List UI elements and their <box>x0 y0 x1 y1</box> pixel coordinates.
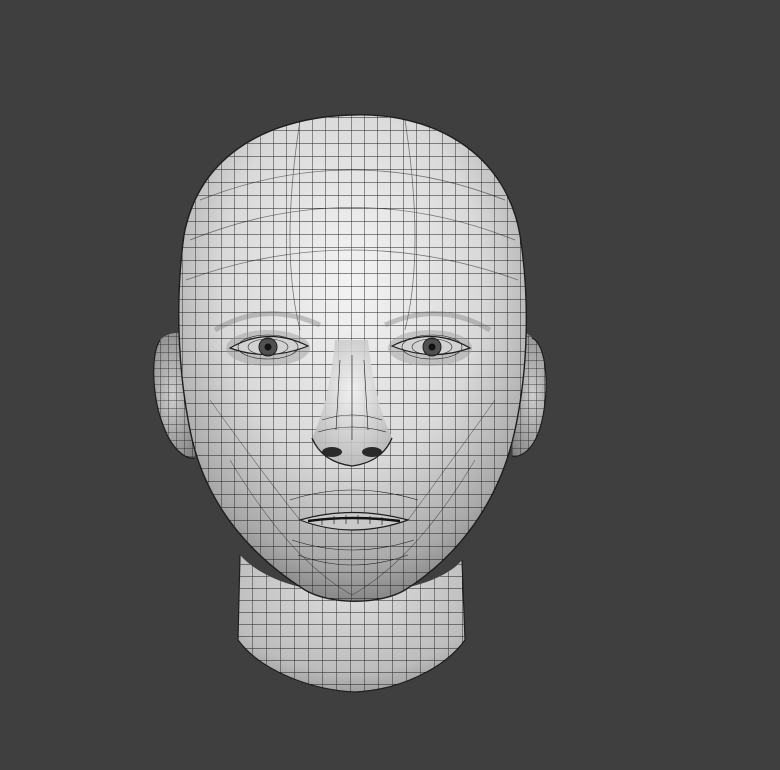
right-eye <box>388 330 472 366</box>
3d-viewport[interactable] <box>0 0 780 770</box>
left-eye <box>226 330 310 366</box>
head-mesh <box>178 114 527 602</box>
head-mesh-render <box>153 114 547 693</box>
